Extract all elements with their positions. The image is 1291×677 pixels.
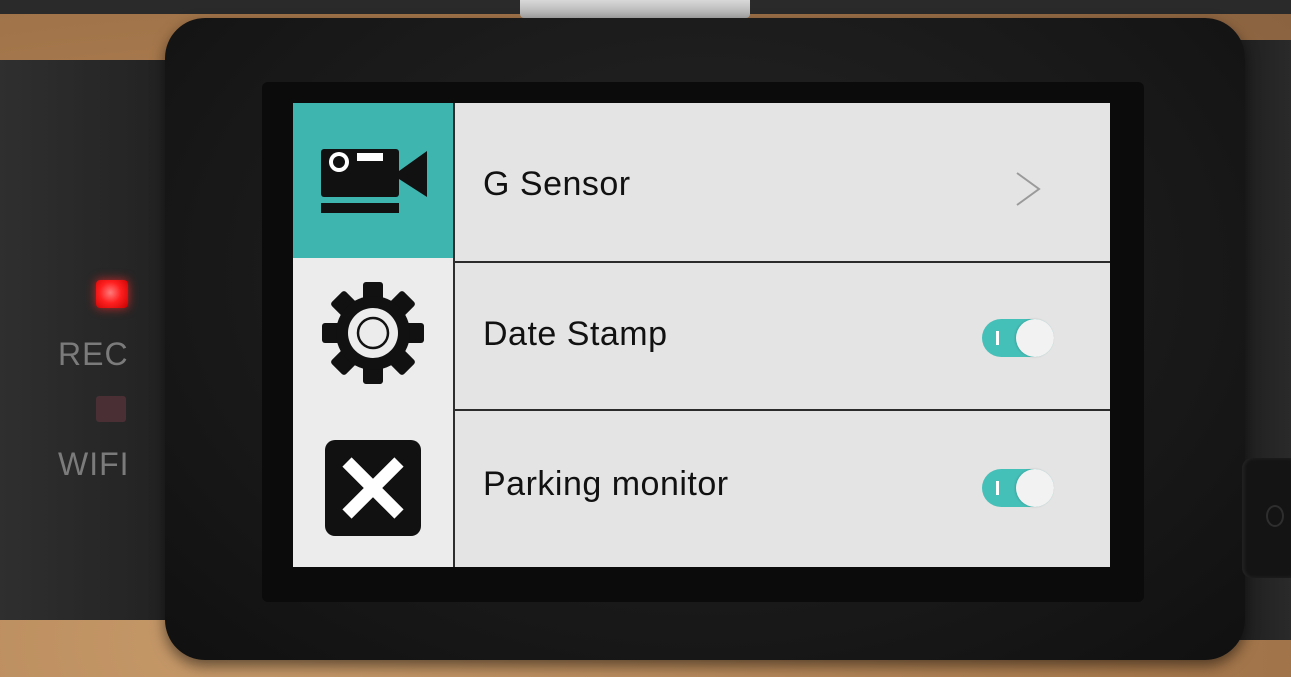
menu-item-date-stamp[interactable]: Date Stamp (455, 263, 1110, 411)
toggle-on-mark (996, 481, 999, 495)
date-stamp-toggle[interactable] (982, 319, 1054, 357)
toggle-knob (1016, 469, 1054, 507)
rec-led (96, 280, 128, 308)
menu-item-label: G Sensor (483, 165, 631, 203)
rec-label: REC (58, 336, 129, 372)
menu-item-label: Parking monitor (483, 465, 729, 503)
menu-item-parking-monitor[interactable]: Parking monitor (455, 411, 1110, 567)
tab-video[interactable] (293, 103, 453, 258)
tab-exit[interactable] (293, 408, 453, 567)
menu-list: G Sensor Date Stamp Parking monitor (455, 103, 1110, 567)
mount-clip (520, 0, 750, 18)
parking-monitor-toggle[interactable] (982, 469, 1054, 507)
wifi-led (96, 396, 126, 422)
toggle-on-mark (996, 331, 999, 345)
menu-item-g-sensor[interactable]: G Sensor (455, 103, 1110, 263)
menu-item-label: Date Stamp (483, 315, 668, 353)
tab-settings[interactable] (293, 258, 453, 408)
power-icon (1266, 505, 1284, 527)
close-icon (325, 439, 421, 536)
toggle-knob (1016, 319, 1054, 357)
gear-icon (322, 282, 424, 384)
video-camera-icon (321, 148, 427, 213)
lcd-screen: G Sensor Date Stamp Parking monitor (293, 103, 1110, 567)
menu-sidebar (293, 103, 455, 567)
wifi-label: WIFI (58, 446, 130, 482)
chevron-right-icon[interactable] (1007, 169, 1047, 209)
